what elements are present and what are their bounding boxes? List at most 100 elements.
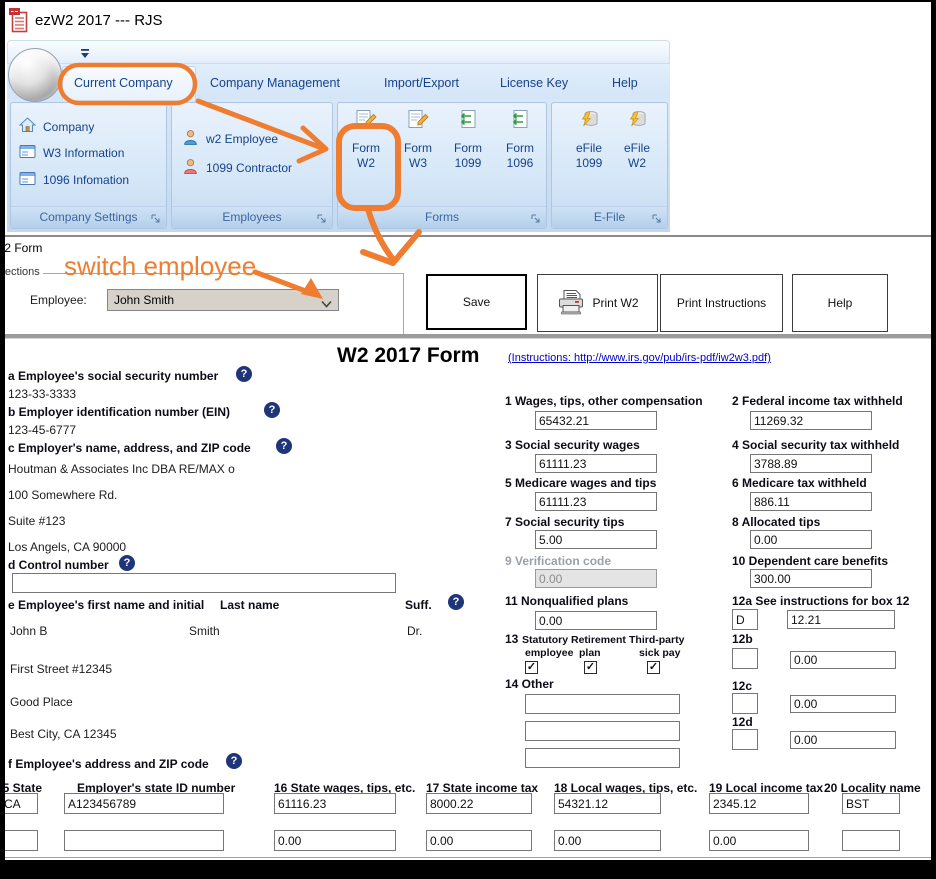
help-icon[interactable]: ?: [226, 753, 242, 769]
employee-dropdown[interactable]: John Smith: [107, 289, 339, 311]
box11-label: 11 Nonqualified plans: [505, 594, 628, 608]
info-table-icon: [19, 144, 36, 162]
print-w2-button[interactable]: Print W2: [537, 274, 658, 332]
state-input-row1[interactable]: [0, 793, 38, 814]
box2-input[interactable]: [750, 411, 872, 430]
tab-company-management[interactable]: Company Management: [210, 76, 340, 90]
box12b-value-input[interactable]: [790, 651, 896, 669]
label-line2: W2: [357, 156, 375, 170]
tab-import-export[interactable]: Import/Export: [384, 76, 459, 90]
efile-w2-button[interactable]: eFile W2: [612, 109, 662, 171]
dialog-launcher-icon[interactable]: [530, 212, 542, 224]
help-icon[interactable]: ?: [448, 594, 464, 610]
state-tax-input-row2[interactable]: [426, 830, 532, 851]
label-line1: Form: [454, 141, 482, 155]
local-wages-input-row1[interactable]: [554, 793, 661, 814]
label-line2: 1096: [507, 156, 534, 170]
state-input-row2[interactable]: [0, 830, 38, 851]
box6-input[interactable]: [750, 492, 872, 511]
box7-input[interactable]: [535, 530, 657, 549]
box12d-code-input[interactable]: [732, 729, 758, 750]
ribbon-item-w3-information[interactable]: W3 Information: [19, 144, 124, 162]
printer-icon: [556, 288, 586, 318]
box5-input[interactable]: [535, 492, 657, 511]
statutory-employee-checkbox[interactable]: ✓: [525, 661, 538, 674]
form-w3-button[interactable]: Form W3: [393, 109, 443, 171]
box12c-label: 12c: [732, 679, 752, 693]
print-instructions-button[interactable]: Print Instructions: [660, 274, 783, 332]
help-icon[interactable]: ?: [264, 402, 280, 418]
form-w2-button[interactable]: Form W2: [341, 109, 391, 171]
box8-input[interactable]: [750, 530, 872, 549]
ribbon-item-company[interactable]: Company: [19, 117, 94, 136]
box12b-code-input[interactable]: [732, 648, 758, 669]
help-icon[interactable]: ?: [276, 438, 292, 454]
help-icon[interactable]: ?: [236, 366, 252, 382]
help-icon[interactable]: ?: [119, 555, 135, 571]
divider: [2, 857, 936, 858]
box2-label: 2 Federal income tax withheld: [732, 394, 903, 408]
state-tax-input-row1[interactable]: [426, 793, 532, 814]
efile-1099-button[interactable]: eFile 1099: [564, 109, 614, 171]
box12c-code-input[interactable]: [732, 693, 758, 714]
label-line2: W3: [409, 156, 427, 170]
tab-help[interactable]: Help: [612, 76, 638, 90]
box13-number: 13: [505, 632, 518, 646]
third-party-sick-pay-checkbox[interactable]: ✓: [647, 661, 660, 674]
box6-label: 6 Medicare tax withheld: [732, 476, 867, 490]
ribbon-item-w2-employee[interactable]: w2 Employee: [182, 129, 278, 149]
efile-icon: [612, 109, 662, 135]
ribbon-item-1096-infomation[interactable]: 1096 Infomation: [19, 171, 129, 189]
box12a-code-input[interactable]: [732, 609, 758, 630]
ribbon-item-1099-contractor[interactable]: 1099 Contractor: [182, 158, 292, 178]
dialog-launcher-icon[interactable]: [316, 212, 328, 224]
tab-license-key[interactable]: License Key: [500, 76, 568, 90]
box12a-value-input[interactable]: [787, 610, 895, 629]
box14-input-3[interactable]: [525, 748, 680, 768]
retirement-plan-checkbox[interactable]: ✓: [584, 661, 597, 674]
window-bottom-border: [2, 860, 936, 879]
instructions-link[interactable]: (Instructions: http://www.irs.gov/pub/ir…: [508, 352, 771, 364]
state-id-input-row2[interactable]: [64, 830, 224, 851]
box11-input[interactable]: [535, 611, 657, 630]
employee-first-name: John B: [10, 624, 47, 638]
dialog-launcher-icon[interactable]: [651, 212, 663, 224]
form-1096-button[interactable]: Form 1096: [495, 109, 545, 171]
ribbon-group-efile: eFile 1099 eFile W2 E-File: [551, 102, 668, 229]
box14-input-1[interactable]: [525, 694, 680, 714]
box10-input[interactable]: [750, 569, 872, 588]
app-window: ezW2 2017 --- RJS Current Company Compan…: [0, 0, 936, 879]
tab-current-company[interactable]: Current Company: [74, 76, 173, 90]
dialog-launcher-icon[interactable]: [150, 212, 162, 224]
ribbon-group-employees: w2 Employee 1099 Contractor Employees: [171, 102, 333, 229]
window-right-border: [931, 2, 936, 879]
box4-label: 4 Social security tax withheld: [732, 438, 899, 452]
box12d-value-input[interactable]: [790, 731, 896, 749]
state-wages-input-row1[interactable]: [274, 793, 396, 814]
application-orb-button[interactable]: [8, 48, 62, 102]
box12c-value-input[interactable]: [790, 695, 896, 713]
box4-input[interactable]: [750, 454, 872, 473]
group-label-employees: Employees: [172, 206, 332, 228]
box9-input: [535, 569, 657, 588]
box14-input-2[interactable]: [525, 721, 680, 741]
local-tax-input-row1[interactable]: [709, 793, 809, 814]
locality-input-row2[interactable]: [842, 830, 900, 851]
state-wages-input-row2[interactable]: [274, 830, 396, 851]
local-tax-input-row2[interactable]: [709, 830, 809, 851]
box-b-label: b Employer identification number (EIN): [8, 405, 230, 419]
box1-input[interactable]: [535, 411, 657, 430]
form-edit-icon: [341, 109, 391, 135]
form-1099-button[interactable]: Form 1099: [443, 109, 493, 171]
locality-input-row1[interactable]: [842, 793, 900, 814]
box13-col1-line1: Statutory: [522, 634, 568, 646]
save-button[interactable]: Save: [426, 274, 527, 330]
control-number-input[interactable]: [12, 573, 396, 593]
local-wages-input-row2[interactable]: [554, 830, 661, 851]
qat-customize-icon[interactable]: [80, 46, 90, 64]
box12a-label: 12a See instructions for box 12: [732, 594, 909, 608]
box3-input[interactable]: [535, 454, 657, 473]
state-id-input-row1[interactable]: [64, 793, 224, 814]
title-bar: ezW2 2017 --- RJS: [2, 2, 936, 39]
help-button[interactable]: Help: [792, 274, 888, 332]
